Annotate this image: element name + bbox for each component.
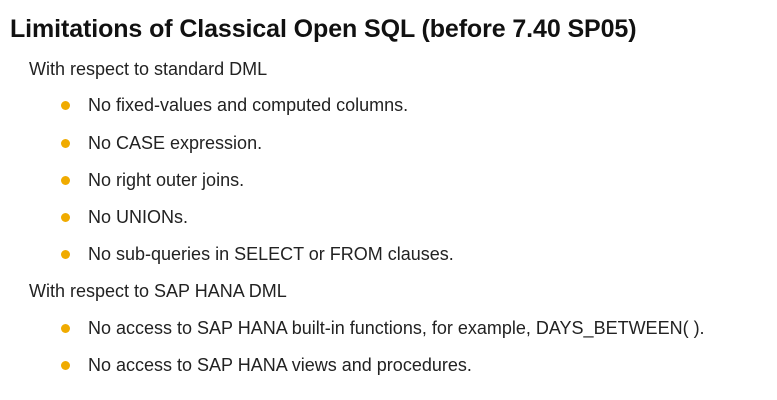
section-heading-standard-dml: With respect to standard DML <box>29 59 268 79</box>
section-heading-hana-dml: With respect to SAP HANA DML <box>29 281 287 301</box>
bullet-dot-icon <box>61 324 70 333</box>
bullet-dot-icon <box>61 361 70 370</box>
slide: Limitations of Classical Open SQL (befor… <box>0 0 777 400</box>
bullet-dot-icon <box>61 176 70 185</box>
bullet-dot-icon <box>61 101 70 110</box>
list-item-text: No access to SAP HANA built-in functions… <box>88 318 705 338</box>
list-item-text: No access to SAP HANA views and procedur… <box>88 355 472 375</box>
list-item-text: No right outer joins. <box>88 170 245 190</box>
bullet-dot-icon <box>61 250 70 259</box>
list-item-text: No CASE expression. <box>88 133 263 153</box>
slide-title: Limitations of Classical Open SQL (befor… <box>10 15 637 43</box>
bullet-dot-icon <box>61 139 70 148</box>
list-item-text: No UNIONs. <box>88 207 189 227</box>
bullet-dot-icon <box>61 213 70 222</box>
list-item-text: No fixed-values and computed columns. <box>88 95 409 115</box>
list-item-text: No sub-queries in SELECT or FROM clauses… <box>88 244 454 264</box>
